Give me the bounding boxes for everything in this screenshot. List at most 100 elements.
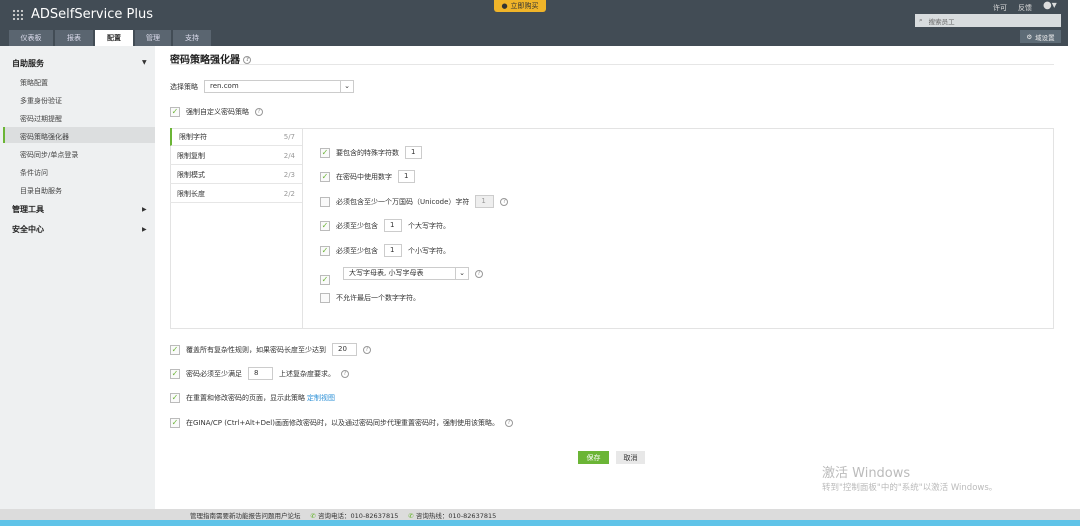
license-link[interactable]: 许可 <box>993 3 1007 13</box>
rule-tab-repetition[interactable]: 限制复制 2/4 <box>170 147 302 165</box>
feedback-link[interactable]: 反馈 <box>1018 3 1032 13</box>
upper-label: 必须至少包含 <box>336 221 378 230</box>
tab-dashboard[interactable]: 仪表板 <box>9 30 53 46</box>
no-last-digit-checkbox[interactable] <box>320 293 330 303</box>
bypass-checkbox[interactable]: ✓ <box>170 344 180 355</box>
chevron-down-icon: ⌄ <box>340 81 353 92</box>
sidebar-item-policy[interactable]: 策略配置 <box>20 78 48 88</box>
phone-icon: ✆ <box>408 511 414 520</box>
chevron-down-icon[interactable]: ▼ <box>142 59 147 66</box>
sidebar-section-security[interactable]: 安全中心 <box>12 224 44 235</box>
activation-watermark-title: 激活 Windows <box>822 466 911 481</box>
help-icon[interactable]: ? <box>341 369 349 378</box>
sidebar-item-mfa[interactable]: 多重身份验证 <box>20 96 62 106</box>
app-name: ADSelfService Plus <box>31 7 153 22</box>
enforce-custom-label: 强制自定义密码策略 <box>186 108 249 116</box>
sidebar-item-directory[interactable]: 目录自助服务 <box>20 186 62 196</box>
bypass-label: 覆盖所有复杂性规则，如果密码长度至少达到 <box>186 345 326 354</box>
uppercase-checkbox[interactable]: ✓ <box>320 220 330 231</box>
customize-view-link[interactable]: 定制视图 <box>307 393 335 403</box>
cancel-button[interactable]: 取消 <box>616 451 645 464</box>
save-button[interactable]: 保存 <box>578 451 609 464</box>
select-policy-label: 选择策略 <box>170 82 198 91</box>
charset-checkbox[interactable]: ✓ <box>320 275 330 285</box>
help-icon[interactable]: ? <box>475 269 483 278</box>
gina-checkbox[interactable]: ✓ <box>170 418 180 428</box>
uppercase-count-input[interactable]: 1 <box>384 219 402 232</box>
phone-item: ✆ 咨询电话：010-82637815 <box>311 510 399 520</box>
search-icon: ⌕ <box>919 16 923 24</box>
buy-now-button[interactable]: ● 立即购买 <box>494 0 546 12</box>
sidebar-item-sync[interactable]: 密码同步/单点登录 <box>20 150 78 160</box>
chevron-right-icon[interactable]: ▶ <box>142 226 147 233</box>
employee-search[interactable]: ⌕ 搜索员工 <box>915 14 1061 27</box>
divider <box>170 64 1054 65</box>
apps-grid-icon[interactable] <box>12 9 23 20</box>
hotline-item: ✆ 咨询热线：010-82637815 <box>408 510 496 520</box>
unicode-label: 必须包含至少一个万国码（Unicode）字符 <box>336 197 470 206</box>
tab-reports[interactable]: 报表 <box>55 30 93 46</box>
tab-configuration[interactable]: 配置 <box>95 30 133 46</box>
help-icon[interactable]: ? <box>500 197 509 206</box>
display-label: 在重置和修改密码的页面，显示此策略 <box>186 394 305 402</box>
policy-select[interactable]: ren.com ⌄ <box>204 80 354 93</box>
sidebar-item-conditional[interactable]: 条件访问 <box>20 168 48 178</box>
app-logo[interactable]: ADSelfService Plus <box>12 7 153 22</box>
digit-count-input[interactable]: 1 <box>398 170 415 183</box>
tab-admin[interactable]: 管理 <box>135 30 171 46</box>
chevron-right-icon[interactable]: ▶ <box>142 206 147 213</box>
domain-settings-label: 域设置 <box>1035 33 1055 42</box>
activation-watermark-text: 转到"控制面板"中的"系统"以激活 Windows。 <box>822 483 998 493</box>
help-icon[interactable]: ? <box>255 108 263 116</box>
bypass-length-input[interactable]: 20 <box>332 343 357 356</box>
tab-support[interactable]: 支持 <box>173 30 211 46</box>
sidebar-item-enforcer[interactable]: 密码策略强化器 <box>20 132 69 142</box>
buy-label: 立即购买 <box>510 2 539 10</box>
unicode-count-input[interactable]: 1 <box>475 195 495 208</box>
help-icon[interactable]: ? <box>504 419 513 427</box>
phone-icon: ✆ <box>310 511 316 520</box>
meet-suffix: 上述复杂度要求。 <box>279 369 335 378</box>
no-last-digit-label: 不允许最后一个数字字符。 <box>336 294 420 302</box>
policy-value: ren.com <box>210 82 239 90</box>
special-count-input[interactable]: 1 <box>405 146 422 159</box>
meet-label: 密码必须至少满足 <box>186 369 242 378</box>
rule-tabs: 限制字符 5/7 限制复制 2/4 限制模式 2/3 限制长度 2/2 <box>170 128 303 329</box>
forum-link[interactable]: 管理指南需要新功能报告问题用户论坛 <box>190 510 301 520</box>
rule-tab-characters[interactable]: 限制字符 5/7 <box>170 128 302 146</box>
phone-text: 咨询电话：010-82637815 <box>318 511 399 520</box>
footer: 管理指南需要新功能报告问题用户论坛 ✆ 咨询电话：010-82637815 ✆ … <box>0 509 1080 520</box>
meet-count-input[interactable]: 8 <box>248 367 273 380</box>
digit-label: 在密码中使用数字 <box>336 172 392 181</box>
cart-icon: ● <box>501 2 508 10</box>
digits-checkbox[interactable]: ✓ <box>320 171 330 182</box>
upper-suffix: 个大写字符。 <box>408 221 450 230</box>
user-avatar-icon[interactable]: ●▾ <box>1043 0 1057 11</box>
hotline-text: 咨询热线：010-82637815 <box>415 511 497 520</box>
sidebar-item-expiry[interactable]: 密码过期提醒 <box>20 114 62 124</box>
sidebar-section-admin-tools[interactable]: 管理工具 <box>12 204 44 215</box>
chevron-down-icon: ⌄ <box>455 268 468 279</box>
domain-settings-button[interactable]: ⚙ 域设置 <box>1020 30 1061 43</box>
gina-label: 在GINA/CP (Ctrl+Alt+Del)画面修改密码时，以及通过密码同步代… <box>186 419 499 427</box>
charset-value: 大写字母表, 小写字母表 <box>349 269 424 277</box>
sidebar-section-self-service[interactable]: 自助服务 <box>12 58 44 69</box>
meet-checkbox[interactable]: ✓ <box>170 368 180 379</box>
rule-tab-pattern[interactable]: 限制模式 2/3 <box>170 166 302 184</box>
help-icon[interactable]: ? <box>363 345 371 354</box>
display-policy-checkbox[interactable]: ✓ <box>170 393 180 403</box>
lowercase-count-input[interactable]: 1 <box>384 244 402 257</box>
special-label: 要包含的特殊字符数 <box>336 148 399 157</box>
windows-taskbar <box>0 520 1080 526</box>
unicode-checkbox[interactable] <box>320 196 330 207</box>
help-icon[interactable]: ? <box>243 56 252 64</box>
search-input[interactable]: 搜索员工 <box>929 16 955 26</box>
enforce-custom-checkbox[interactable]: ✓ <box>170 107 180 117</box>
special-chars-checkbox[interactable]: ✓ <box>320 147 330 158</box>
rule-tab-length[interactable]: 限制长度 2/2 <box>170 185 302 203</box>
lower-suffix: 个小写字符。 <box>408 246 450 255</box>
lowercase-checkbox[interactable]: ✓ <box>320 245 330 256</box>
charset-select[interactable]: 大写字母表, 小写字母表 ⌄ <box>343 267 469 280</box>
lower-label: 必须至少包含 <box>336 246 378 255</box>
gear-icon: ⚙ <box>1026 32 1033 41</box>
